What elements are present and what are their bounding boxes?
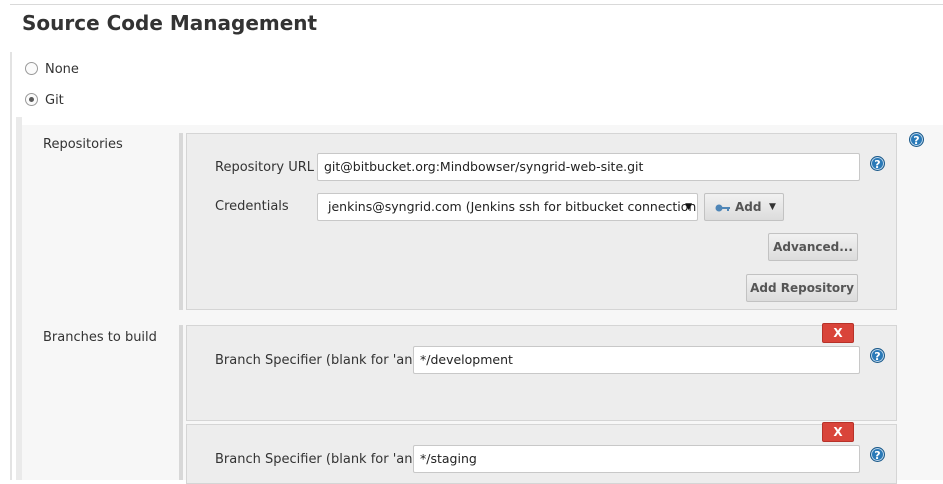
help-icon[interactable]: ? [909, 132, 924, 147]
delete-branch-button[interactable]: X [822, 422, 854, 442]
repository-url-label: Repository URL [215, 160, 315, 175]
branch-specifier-label: Branch Specifier (blank for 'any') [215, 452, 429, 467]
repository-url-input[interactable]: git@bitbucket.org:Mindbowser/syngrid-web… [317, 153, 860, 181]
section-title: Source Code Management [22, 11, 318, 35]
radio-none-label[interactable]: None [45, 62, 79, 77]
add-credentials-button[interactable]: Add ▼ [704, 193, 784, 221]
radio-git[interactable] [25, 93, 38, 106]
top-divider [10, 4, 943, 5]
radio-git-label[interactable]: Git [45, 93, 64, 108]
credentials-select[interactable]: jenkins@syngrid.com (Jenkins ssh for bit… [317, 193, 698, 221]
branch-specifier-input[interactable]: */development [413, 346, 860, 374]
help-icon[interactable]: ? [870, 447, 885, 462]
branch-specifier-input[interactable]: */staging [413, 445, 860, 473]
add-credentials-label: Add [735, 200, 762, 214]
chevron-down-icon: ▼ [769, 202, 776, 212]
radio-none[interactable] [25, 62, 38, 75]
key-icon [715, 204, 730, 212]
branches-label: Branches to build [43, 330, 157, 345]
section-left-rule [10, 52, 12, 480]
add-repository-button[interactable]: Add Repository [746, 274, 858, 302]
credentials-label: Credentials [215, 199, 289, 214]
branches-bar [179, 325, 183, 480]
advanced-button[interactable]: Advanced... [768, 233, 858, 261]
help-icon[interactable]: ? [870, 348, 885, 363]
branch-specifier-label: Branch Specifier (blank for 'any') [215, 353, 429, 368]
help-icon[interactable]: ? [870, 156, 885, 171]
repositories-label: Repositories [43, 137, 123, 152]
chevron-down-icon: ▼ [685, 202, 692, 212]
delete-branch-button[interactable]: X [822, 323, 854, 343]
git-section-rule [16, 117, 22, 480]
credentials-value: jenkins@syngrid.com (Jenkins ssh for bit… [328, 199, 698, 214]
repositories-bar [179, 133, 183, 310]
